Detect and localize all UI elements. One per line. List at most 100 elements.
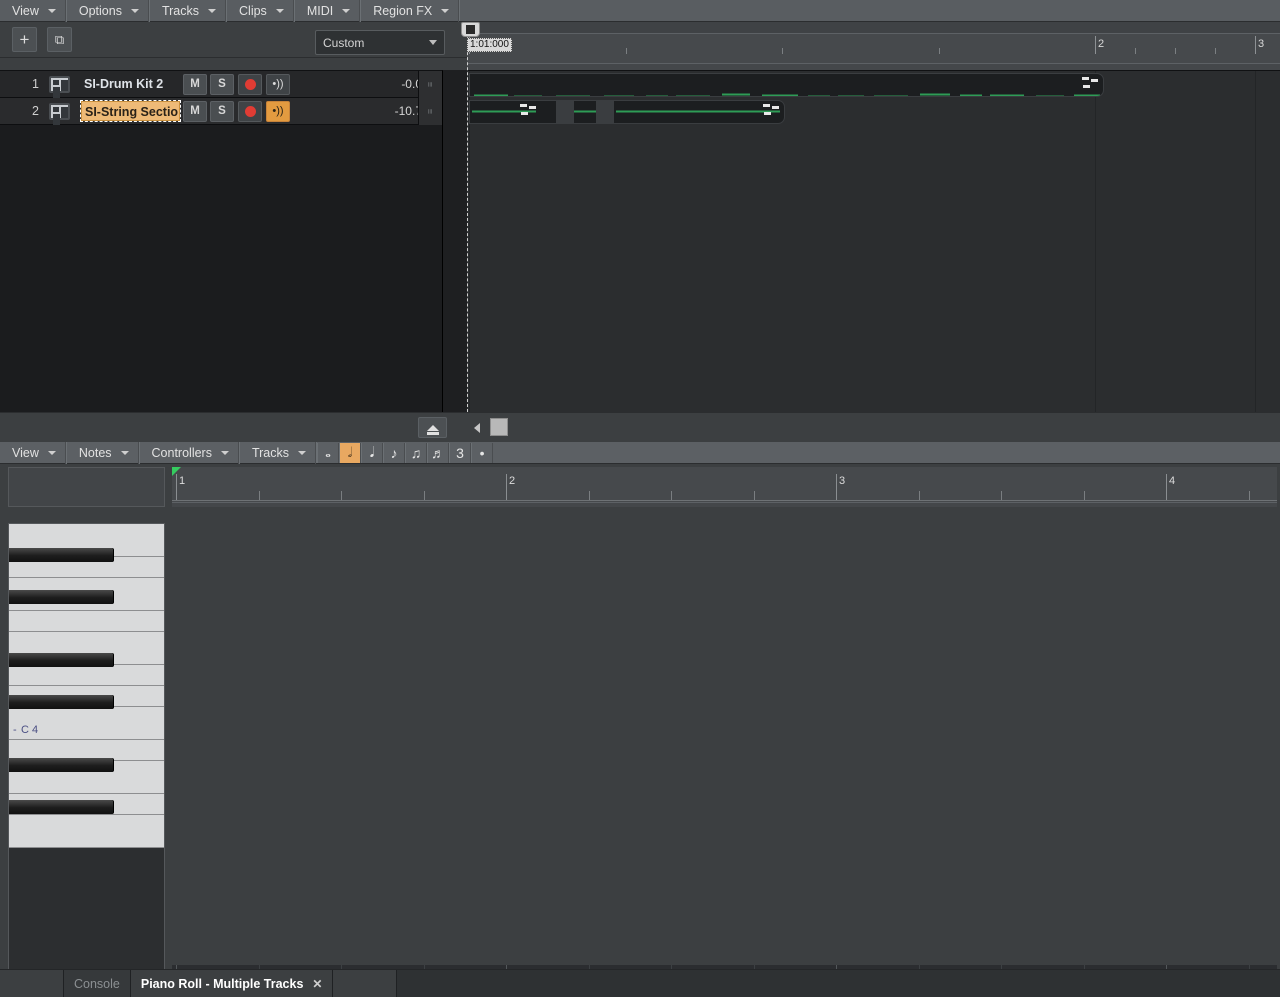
menu-label: Options [78, 4, 122, 18]
add-track-button[interactable]: + [12, 27, 37, 52]
duplicate-track-icon[interactable]: ⧉ [47, 27, 72, 52]
track-number: 2 [32, 104, 39, 118]
bar-tick [1255, 36, 1256, 54]
piano-white-key[interactable] [9, 611, 164, 632]
triplet-button[interactable]: 3 [449, 442, 472, 463]
bar-number: 3 [1258, 38, 1265, 50]
chevron-down-icon [130, 9, 139, 13]
menubar-spacer [459, 0, 1280, 21]
ruler-baseline [172, 500, 1277, 501]
piano-black-key[interactable] [9, 548, 114, 562]
midi-clip-icon [1082, 77, 1100, 93]
sixteenth-note-button[interactable]: ♫ [405, 442, 428, 463]
input-echo-button[interactable]: •)) [266, 73, 290, 95]
piano-keyboard[interactable]: C 4 [8, 523, 165, 997]
menu-midi[interactable]: MIDI [293, 0, 361, 22]
piano-black-key[interactable] [9, 653, 114, 667]
menu-label: Tracks [251, 446, 290, 460]
clip-gridline [1255, 71, 1256, 412]
solo-button[interactable]: S [210, 73, 234, 95]
menu-pr-notes[interactable]: Notes [65, 442, 139, 464]
chevron-down-icon [298, 451, 307, 455]
piano-roll-time-ruler[interactable]: 1 2 3 4 [172, 467, 1277, 507]
record-dot-icon [244, 105, 256, 117]
clip-pane[interactable] [467, 70, 1280, 412]
track-side-strip[interactable]: ≡ [418, 98, 442, 125]
thirtysecond-note-button[interactable]: ♬ [427, 442, 450, 463]
menu-pr-view[interactable]: View [0, 442, 66, 464]
menu-tracks[interactable]: Tracks [148, 0, 227, 22]
chevron-down-icon [429, 40, 437, 45]
track-row[interactable]: 1 SI-Drum Kit 2 M S •)) -0.0 ≡ [0, 71, 442, 98]
record-arm-button[interactable] [238, 100, 262, 122]
whole-note-button[interactable]: 𝅝 [317, 442, 340, 463]
eighth-note-button[interactable]: ♪ [383, 442, 406, 463]
bar-number: 2 [509, 475, 516, 487]
piano-black-key[interactable] [9, 590, 114, 604]
beat-tick [1083, 491, 1085, 500]
track-row[interactable]: 2 SI-String Section M S •)) -10.7 ≡ [0, 98, 442, 125]
menu-pr-controllers[interactable]: Controllers [138, 442, 239, 464]
input-echo-button[interactable]: •)) [266, 100, 290, 122]
track-header-pane: 1 SI-Drum Kit 2 M S •)) -0.0 ≡ 2 SI-String Secti… [0, 70, 443, 412]
bar-number: 2 [1098, 38, 1105, 50]
eject-icon[interactable] [418, 417, 447, 438]
clip-string-section[interactable] [469, 100, 785, 124]
beat-tick [1175, 48, 1176, 54]
menu-clips[interactable]: Clips [226, 0, 294, 22]
piano-black-key[interactable] [9, 758, 114, 772]
bar-tick [1166, 474, 1167, 500]
menu-label: Notes [78, 446, 112, 460]
track-instrument-icon[interactable] [49, 102, 70, 120]
track-name-field[interactable]: SI-Drum Kit 2 [81, 74, 180, 94]
chevron-down-icon [120, 451, 129, 455]
piano-black-key[interactable] [9, 800, 114, 814]
menu-view[interactable]: View [0, 0, 66, 22]
track-instrument-icon[interactable] [49, 75, 70, 93]
menu-label: View [12, 4, 39, 18]
beat-tick [938, 48, 940, 54]
piano-black-key[interactable] [9, 695, 114, 709]
track-view-menubar: View Options Tracks Clips MIDI Region FX [0, 0, 1280, 22]
scroll-left-arrow-icon[interactable] [474, 423, 480, 433]
track-view-body: 1 SI-Drum Kit 2 M S •)) -0.0 ≡ 2 SI-String Secti… [0, 70, 1280, 412]
track-view-hscrollbar-thumb[interactable] [490, 418, 508, 436]
taskbar-tab-label: Piano Roll - Multiple Tracks [140, 976, 304, 991]
menu-options[interactable]: Options [65, 0, 149, 22]
solo-button[interactable]: S [210, 100, 234, 122]
beat-tick [258, 491, 260, 500]
mute-button[interactable]: M [183, 73, 207, 95]
menu-pr-tracks[interactable]: Tracks [238, 442, 317, 464]
piano-roll-panel: View Notes Controllers Tracks 𝅝 𝅗𝅥 𝅘𝅥 ♪ ♫ ♬ 3 • 1234 … [0, 442, 1280, 997]
menu-label: Clips [239, 4, 267, 18]
chevron-down-icon [441, 9, 450, 13]
taskbar-tab[interactable]: Piano Roll - Multiple Tracks ✕ [130, 970, 334, 997]
menubar-spacer: 𝅝 𝅗𝅥 𝅘𝅥 ♪ ♫ ♬ 3 • [316, 442, 1280, 463]
beat-tick [1001, 491, 1002, 500]
note-duration-toolbar: 𝅝 𝅗𝅥 𝅘𝅥 ♪ ♫ ♬ 3 • [317, 442, 494, 464]
quarter-note-button[interactable]: 𝅘𝅥 [361, 442, 384, 463]
ruler-bottom-band [467, 63, 1280, 70]
taskbar-tab[interactable]: Console [64, 970, 131, 997]
track-name-field[interactable]: SI-String Section [80, 100, 181, 122]
mute-button[interactable]: M [183, 100, 207, 122]
clip-drum-kit[interactable] [469, 73, 1104, 97]
piano-roll-header: 1 2 3 4 [0, 464, 1280, 511]
piano-white-key[interactable] [9, 665, 164, 686]
chevron-down-icon [47, 451, 56, 455]
piano-white-key[interactable] [9, 815, 164, 848]
chevron-down-icon [208, 9, 217, 13]
track-side-strip[interactable]: ≡ [418, 71, 442, 98]
close-icon[interactable]: ✕ [312, 977, 322, 991]
beat-tick [753, 491, 755, 500]
menu-region-fx[interactable]: Region FX [360, 0, 460, 22]
track-view-footer [0, 412, 1280, 442]
dotted-note-button[interactable]: • [471, 442, 494, 463]
record-arm-button[interactable] [238, 73, 262, 95]
bar-tick [836, 474, 837, 500]
track-view-time-ruler[interactable]: 123456 [467, 22, 1280, 70]
track-layout-combo[interactable]: Custom [315, 30, 445, 55]
piano-roll-corner-box [8, 467, 165, 507]
half-note-button[interactable]: 𝅗𝅥 [339, 442, 362, 463]
now-time-marker[interactable] [461, 22, 480, 37]
